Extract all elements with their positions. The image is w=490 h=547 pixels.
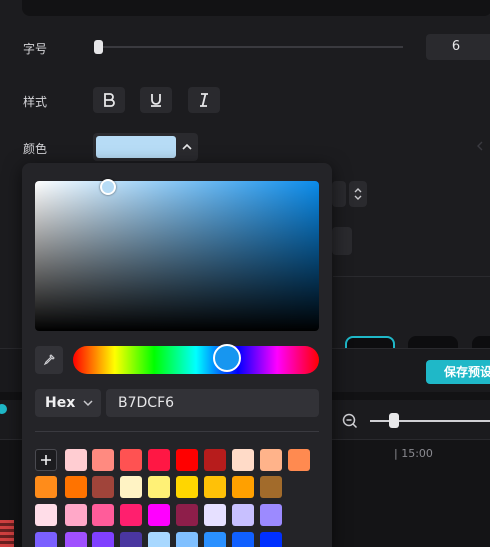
saturation-value-area[interactable] [35,181,319,331]
color-swatch[interactable] [65,476,87,498]
color-swatch[interactable] [148,476,170,498]
color-swatch[interactable] [232,449,254,471]
screen: 字号 6 样式 颜色 保存预设 | 15:00 Hex B7DCF6 [0,0,490,547]
color-swatch[interactable] [35,476,57,498]
color-swatch[interactable] [148,504,170,526]
color-swatch[interactable] [260,532,282,547]
color-swatch[interactable] [204,504,226,526]
current-color-swatch [96,136,176,158]
color-swatch[interactable] [92,532,114,547]
color-swatch[interactable] [260,476,282,498]
style-label: 样式 [23,95,48,109]
text-preview-box [22,0,490,16]
underline-icon [151,94,161,107]
position-input[interactable] [332,227,352,255]
color-swatch[interactable] [65,504,87,526]
picker-divider [35,431,319,432]
color-swatch[interactable] [65,449,87,471]
hue-slider-handle[interactable] [213,344,241,372]
color-swatch[interactable] [92,476,114,498]
color-swatch[interactable] [176,476,198,498]
color-swatch[interactable] [120,476,142,498]
color-format-label: Hex [45,395,76,411]
plus-icon [41,455,51,465]
eyedropper-button[interactable] [35,346,63,374]
bold-button[interactable] [93,87,125,113]
color-label: 颜色 [23,142,48,156]
eyedropper-icon [43,354,55,366]
color-swatch[interactable] [35,504,57,526]
color-swatch[interactable] [260,449,282,471]
color-swatch[interactable] [120,504,142,526]
color-picker-popover: Hex [22,163,332,547]
color-swatch[interactable] [65,532,87,547]
color-swatch[interactable] [120,532,142,547]
color-swatch[interactable] [148,532,170,547]
font-size-slider-thumb[interactable] [94,40,103,54]
zoom-out-icon[interactable] [342,413,358,429]
color-swatch[interactable] [120,449,142,471]
add-swatch-button[interactable] [35,449,57,471]
save-preset-button[interactable]: 保存预设 [426,360,490,384]
font-size-slider-track[interactable] [98,46,403,48]
hex-value-input[interactable] [106,389,319,417]
bold-icon [104,93,115,107]
color-swatch[interactable] [288,449,310,471]
audio-clip[interactable] [0,520,14,547]
color-swatch[interactable] [232,504,254,526]
color-swatch[interactable] [92,449,114,471]
color-dropdown[interactable] [93,133,198,161]
color-swatch[interactable] [204,449,226,471]
time-ruler-label: | 15:00 [394,447,433,460]
color-swatch[interactable] [176,504,198,526]
color-swatch[interactable] [176,532,198,547]
color-swatch[interactable] [232,532,254,547]
color-swatch[interactable] [176,449,198,471]
italic-button[interactable] [188,87,220,113]
color-swatch[interactable] [232,476,254,498]
chevron-down-icon [83,400,93,407]
section-divider [333,276,490,277]
zoom-slider-thumb[interactable] [389,413,399,428]
underline-button[interactable] [140,87,172,113]
color-swatch[interactable] [148,449,170,471]
hue-slider[interactable] [73,346,319,374]
stepper-button[interactable] [349,181,367,207]
chevron-up-icon [182,143,192,150]
color-swatch[interactable] [204,476,226,498]
color-swatch[interactable] [35,532,57,547]
color-swatch[interactable] [92,504,114,526]
color-swatch[interactable] [260,504,282,526]
saturation-value-handle[interactable] [100,179,116,195]
zoom-slider-track[interactable] [370,420,490,422]
stepper-icon [354,188,362,200]
chevron-left-icon[interactable] [474,140,486,152]
font-size-input[interactable]: 6 [426,34,490,60]
spacing-input[interactable] [332,181,346,207]
italic-icon [200,93,208,107]
color-format-select[interactable]: Hex [35,389,101,417]
font-size-label: 字号 [23,42,48,56]
color-swatch[interactable] [204,532,226,547]
